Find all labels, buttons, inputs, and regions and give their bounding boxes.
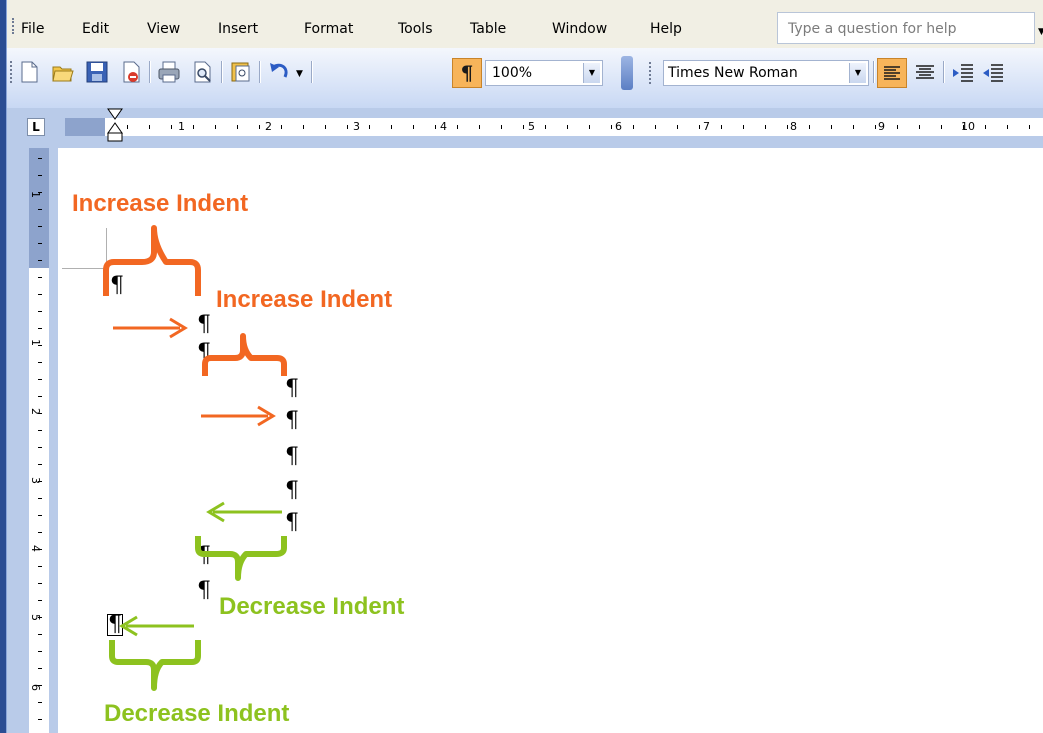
decrease-indent-arrow: [206, 501, 282, 523]
decrease-indent-brace: [195, 536, 287, 581]
increase-indent-arrow: [201, 405, 276, 427]
increase-indent-arrow: [113, 317, 188, 339]
increase-indent-brace: [103, 225, 201, 296]
increase-indent-label: Increase Indent: [72, 190, 249, 217]
annotation-overlay: [103, 225, 287, 691]
decrease-indent-label: Decrease Indent: [219, 593, 405, 620]
decrease-indent-arrow: [119, 615, 194, 637]
increase-indent-brace: [202, 333, 287, 376]
decrease-indent-brace: [109, 640, 201, 691]
increase-indent-label: Increase Indent: [216, 286, 393, 313]
decrease-indent-label: Decrease Indent: [104, 700, 290, 727]
